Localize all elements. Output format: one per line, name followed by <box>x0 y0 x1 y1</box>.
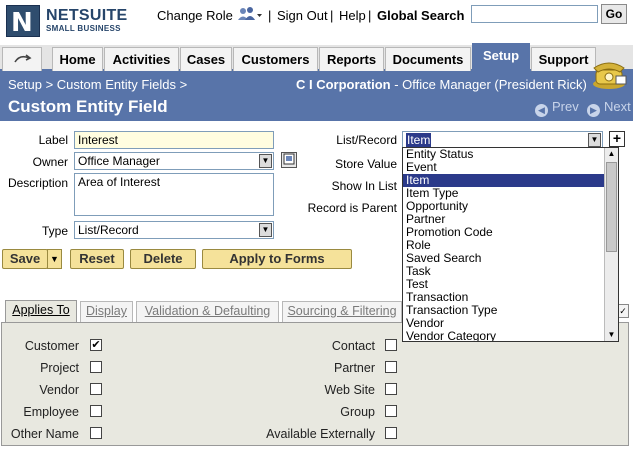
tab-setup[interactable]: Setup <box>472 43 530 71</box>
description-textarea[interactable]: Area of Interest <box>74 173 274 216</box>
page-title: Custom Entity Field <box>8 97 168 116</box>
prev-arrow-icon: ◀ <box>535 104 548 117</box>
go-button[interactable]: Go <box>601 4 627 24</box>
available-externally-checkbox[interactable] <box>385 427 397 439</box>
subtab-applies-to[interactable]: Applies To <box>5 300 77 323</box>
plus-icon[interactable]: + <box>609 131 625 147</box>
scroll-thumb[interactable] <box>606 162 617 252</box>
type-label: Type <box>41 224 68 238</box>
scroll-down-arrow-icon[interactable]: ▼ <box>605 329 618 341</box>
save-menu-arrow-icon[interactable]: ▼ <box>47 249 62 269</box>
list-record-value: Item <box>406 133 432 147</box>
contact-label: Contact <box>331 339 375 353</box>
project-checkbox[interactable] <box>90 361 102 373</box>
delete-button[interactable]: Delete <box>130 249 196 269</box>
company-role: C I Corporation - Office Manager (Presid… <box>296 77 587 92</box>
separator: | <box>268 8 272 23</box>
tab-home[interactable]: Home <box>52 47 103 71</box>
sign-out-link[interactable]: Sign Out <box>277 8 328 23</box>
tab-reports[interactable]: Reports <box>319 47 384 71</box>
prev-label: Prev <box>552 99 579 114</box>
reset-button[interactable]: Reset <box>70 249 124 269</box>
dropdown-arrow-icon: ▼ <box>259 154 272 168</box>
role-people-icon[interactable] <box>237 6 263 22</box>
save-button[interactable]: Save <box>2 249 48 269</box>
owner-value: Office Manager <box>78 154 160 168</box>
home-shortcut-icon[interactable] <box>2 47 42 71</box>
other-name-checkbox[interactable] <box>90 427 102 439</box>
phone-icon[interactable] <box>590 58 628 90</box>
owner-select[interactable]: Office Manager ▼ <box>74 152 274 170</box>
tab-cases[interactable]: Cases <box>180 47 232 71</box>
show-in-list-label: Show In List <box>331 179 397 193</box>
customer-label: Customer <box>24 339 79 353</box>
project-label: Project <box>40 361 79 375</box>
contact-checkbox[interactable] <box>385 339 397 351</box>
next-arrow-icon: ▶ <box>587 104 600 117</box>
role-name: - Office Manager (President Rick) <box>390 77 587 92</box>
subtab-sourcing[interactable]: Sourcing & Filtering <box>282 301 402 322</box>
partner-checkbox[interactable] <box>385 361 397 373</box>
help-link[interactable]: Help <box>339 8 366 23</box>
company-name: C I Corporation <box>296 77 391 92</box>
dropdown-arrow-icon: ▼ <box>259 223 272 237</box>
available-externally-label: Available Externally <box>266 427 375 441</box>
group-checkbox[interactable] <box>385 405 397 417</box>
tab-support[interactable]: Support <box>531 47 596 71</box>
customer-checkbox[interactable]: ✔ <box>90 339 102 351</box>
next-button[interactable]: ▶ Next <box>587 99 631 117</box>
prev-button[interactable]: ◀ Prev <box>535 99 579 117</box>
tab-customers[interactable]: Customers <box>233 47 318 71</box>
tab-documents[interactable]: Documents <box>385 47 471 71</box>
list-record-label: List/Record <box>336 133 397 147</box>
change-role-link[interactable]: Change Role <box>157 8 233 23</box>
separator: | <box>368 8 372 23</box>
employee-checkbox[interactable] <box>90 405 102 417</box>
other-name-label: Other Name <box>10 427 79 441</box>
separator: | <box>330 8 334 23</box>
label-label: Label <box>38 133 68 147</box>
group-label: Group <box>340 405 375 419</box>
store-value-label: Store Value <box>335 157 397 171</box>
description-label: Description <box>7 176 68 190</box>
global-search-input[interactable] <box>471 5 598 23</box>
vendor-label: Vendor <box>39 383 79 397</box>
dropdown-scrollbar[interactable]: ▲ ▼ <box>604 148 618 341</box>
dropdown-option[interactable]: Task <box>403 265 618 278</box>
dropdown-arrow-icon: ▼ <box>588 133 601 147</box>
subtab-display[interactable]: Display <box>80 301 133 322</box>
dropdown-option[interactable]: Event <box>403 161 618 174</box>
dropdown-option[interactable]: Promotion Code <box>403 226 618 239</box>
apply-to-forms-button[interactable]: Apply to Forms <box>202 249 352 269</box>
checkmark-icon: ✔ <box>91 339 101 351</box>
web-site-checkbox[interactable] <box>385 383 397 395</box>
logo-subtitle: SMALL BUSINESS <box>46 24 121 33</box>
partner-label: Partner <box>334 361 375 375</box>
tab-activities[interactable]: Activities <box>104 47 179 71</box>
list-record-dropdown[interactable]: Entity Status Event Item Item Type Oppor… <box>402 147 619 342</box>
record-is-parent-label: Record is Parent <box>307 201 397 215</box>
main-tab-bar: Home Activities Cases Customers Reports … <box>0 43 633 71</box>
dropdown-option[interactable]: Saved Search <box>403 252 618 265</box>
scroll-up-arrow-icon[interactable]: ▲ <box>605 148 618 160</box>
next-label: Next <box>604 99 631 114</box>
owner-label: Owner <box>32 155 68 169</box>
employee-label: Employee <box>23 405 79 419</box>
netsuite-logo-icon[interactable]: N <box>6 5 40 38</box>
subtab-validation[interactable]: Validation & Defaulting <box>136 301 279 322</box>
global-search-label: Global Search <box>377 8 465 23</box>
type-value: List/Record <box>78 223 139 237</box>
vendor-checkbox[interactable] <box>90 383 102 395</box>
label-input[interactable]: Interest <box>74 131 274 149</box>
dropdown-option[interactable]: Vendor Category <box>403 330 618 342</box>
type-select[interactable]: List/Record ▼ <box>74 221 274 239</box>
web-site-label: Web Site <box>324 383 376 397</box>
logo-text: NETSUITE <box>46 7 128 24</box>
breadcrumb[interactable]: Setup > Custom Entity Fields > <box>8 77 187 92</box>
